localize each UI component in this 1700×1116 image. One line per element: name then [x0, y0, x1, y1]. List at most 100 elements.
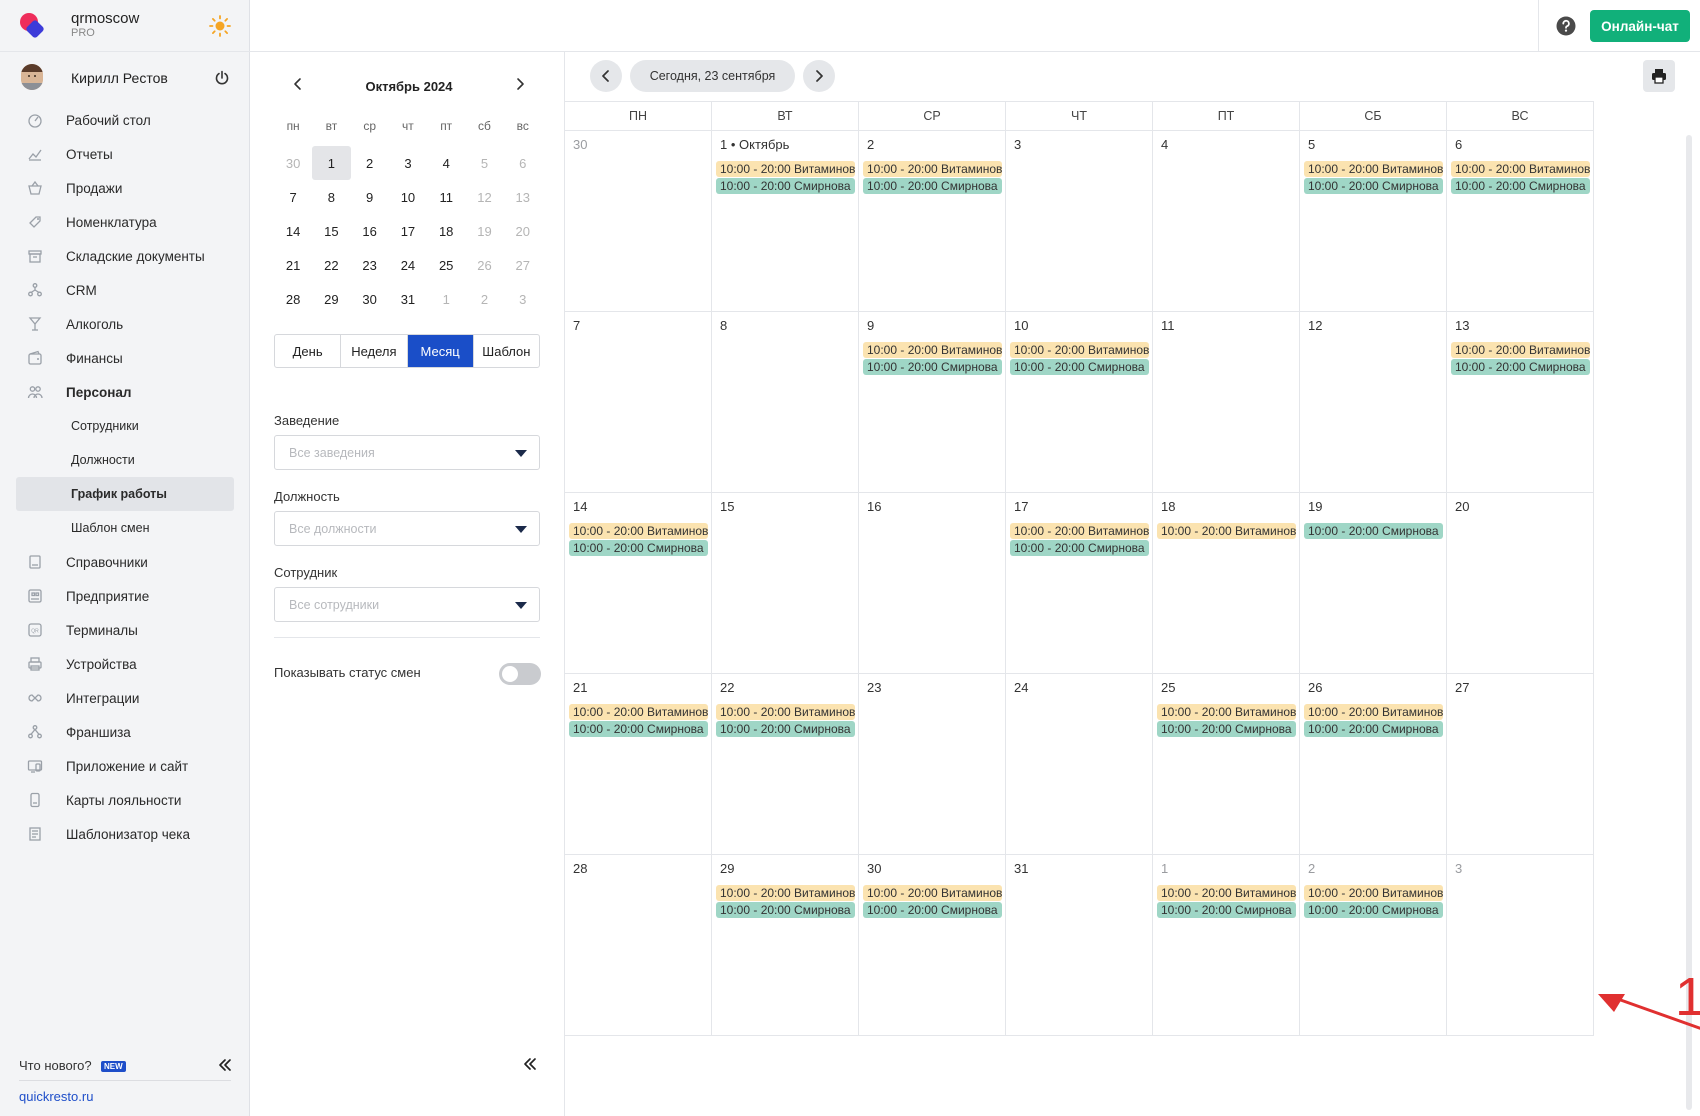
shift-event[interactable]: 10:00 - 20:00 Смирнова — [569, 721, 708, 737]
day-cell[interactable]: 23 — [859, 674, 1006, 855]
sidebar-item-sub-9[interactable]: Сотрудники — [16, 409, 234, 443]
shift-event[interactable]: 10:00 - 20:00 Смирнова — [1304, 721, 1443, 737]
mini-calendar-day[interactable]: 1 — [312, 146, 351, 180]
mini-calendar-day[interactable]: 15 — [312, 214, 350, 248]
day-cell[interactable]: 1 10:00 - 20:00 Витаминова 10:00 - 20:00 С… — [1153, 855, 1300, 1036]
shift-event[interactable]: 10:00 - 20:00 Витаминова — [716, 161, 855, 177]
chevron-left-icon[interactable] — [290, 76, 306, 92]
shift-event[interactable]: 10:00 - 20:00 Витаминова — [863, 342, 1002, 358]
sidebar-item-printer[interactable]: Устройства — [16, 647, 234, 681]
mini-calendar-day[interactable]: 27 — [504, 248, 542, 282]
mini-calendar-day[interactable]: 21 — [274, 248, 312, 282]
day-cell[interactable]: 27 — [1447, 674, 1594, 855]
day-cell[interactable]: 30 10:00 - 20:00 Витаминова 10:00 - 20:00 … — [859, 855, 1006, 1036]
sidebar-item-app-site[interactable]: Приложение и сайт — [16, 749, 234, 783]
mini-calendar-day[interactable]: 31 — [389, 282, 427, 316]
shift-event[interactable]: 10:00 - 20:00 Витаминова — [1010, 523, 1149, 539]
next-period-button[interactable] — [803, 60, 835, 92]
day-cell[interactable]: 24 — [1006, 674, 1153, 855]
sidebar-item-enterprise[interactable]: Предприятие — [16, 579, 234, 613]
shift-event[interactable]: 10:00 - 20:00 Смирнова — [716, 721, 855, 737]
day-cell[interactable]: 2 10:00 - 20:00 Витаминова 10:00 - 20:00 С… — [859, 131, 1006, 312]
sidebar-item-sub-11[interactable]: График работы — [16, 477, 234, 511]
mini-calendar-day[interactable]: 30 — [351, 282, 389, 316]
day-cell[interactable]: 6 10:00 - 20:00 Витаминова 10:00 - 20:00 С… — [1447, 131, 1594, 312]
mini-calendar-day[interactable]: 28 — [274, 282, 312, 316]
day-cell[interactable]: 3 — [1447, 855, 1594, 1036]
shift-event[interactable]: 10:00 - 20:00 Витаминова — [1157, 885, 1296, 901]
shift-event[interactable]: 10:00 - 20:00 Витаминова — [1157, 704, 1296, 720]
shift-event[interactable]: 10:00 - 20:00 Витаминова — [1157, 523, 1296, 539]
day-cell[interactable]: 22 10:00 - 20:00 Витаминова 10:00 - 20:00 … — [712, 674, 859, 855]
mini-calendar-day[interactable]: 22 — [312, 248, 350, 282]
sidebar-item-reports[interactable]: Отчеты — [16, 137, 234, 171]
mini-calendar-day[interactable]: 20 — [504, 214, 542, 248]
sidebar-item-loyalty-card[interactable]: Карты лояльности — [16, 783, 234, 817]
employee-select[interactable]: Все сотрудники — [274, 587, 540, 622]
venue-select[interactable]: Все заведения — [274, 435, 540, 470]
avatar[interactable] — [21, 64, 43, 90]
collapse-panel-icon[interactable] — [521, 1055, 539, 1073]
sidebar-item-warehouse[interactable]: Складские документы — [16, 239, 234, 273]
day-cell[interactable]: 18 10:00 - 20:00 Витаминова — [1153, 493, 1300, 674]
shift-event[interactable]: 10:00 - 20:00 Смирнова — [1304, 523, 1443, 539]
shift-event[interactable]: 10:00 - 20:00 Смирнова — [569, 540, 708, 556]
day-cell[interactable]: 15 — [712, 493, 859, 674]
mini-calendar-day[interactable]: 1 — [427, 282, 465, 316]
sidebar-item-franchise[interactable]: Франшиза — [16, 715, 234, 749]
sidebar-item-nomenclature[interactable]: Номенклатура — [16, 205, 234, 239]
day-cell[interactable]: 7 — [565, 312, 712, 493]
shift-event[interactable]: 10:00 - 20:00 Смирнова — [1451, 359, 1590, 375]
day-cell[interactable]: 17 10:00 - 20:00 Витаминова 10:00 - 20:00 … — [1006, 493, 1153, 674]
shift-event[interactable]: 10:00 - 20:00 Витаминова — [863, 885, 1002, 901]
mini-calendar-day[interactable]: 9 — [351, 180, 389, 214]
mini-calendar-day[interactable]: 14 — [274, 214, 312, 248]
shift-event[interactable]: 10:00 - 20:00 Витаминова — [1304, 161, 1443, 177]
shift-event[interactable]: 10:00 - 20:00 Витаминова — [1451, 161, 1590, 177]
mini-calendar-day[interactable]: 2 — [465, 282, 503, 316]
day-cell[interactable]: 14 10:00 - 20:00 Витаминова 10:00 - 20:00 … — [565, 493, 712, 674]
shift-event[interactable]: 10:00 - 20:00 Витаминова — [716, 885, 855, 901]
mini-calendar-day[interactable]: 17 — [389, 214, 427, 248]
day-cell[interactable]: 16 — [859, 493, 1006, 674]
day-cell[interactable]: 3 — [1006, 131, 1153, 312]
shift-event[interactable]: 10:00 - 20:00 Витаминова — [569, 704, 708, 720]
shift-event[interactable]: 10:00 - 20:00 Смирнова — [1157, 902, 1296, 918]
mini-calendar-day[interactable]: 13 — [504, 180, 542, 214]
sidebar-item-alcohol[interactable]: Алкоголь — [16, 307, 234, 341]
mini-calendar-day[interactable]: 24 — [389, 248, 427, 282]
mini-calendar-day[interactable]: 25 — [427, 248, 465, 282]
shift-status-toggle[interactable] — [499, 663, 541, 685]
power-icon[interactable] — [214, 70, 230, 86]
mini-calendar-day[interactable]: 3 — [389, 146, 427, 180]
day-cell[interactable]: 12 — [1300, 312, 1447, 493]
day-cell[interactable]: 31 — [1006, 855, 1153, 1036]
shift-event[interactable]: 10:00 - 20:00 Витаминова — [1451, 342, 1590, 358]
help-icon[interactable] — [1556, 16, 1576, 36]
shift-event[interactable]: 10:00 - 20:00 Смирнова — [1010, 540, 1149, 556]
sidebar-item-finance[interactable]: Финансы — [16, 341, 234, 375]
site-link[interactable]: quickresto.ru — [19, 1089, 93, 1104]
mini-calendar-day[interactable]: 26 — [465, 248, 503, 282]
online-chat-button[interactable]: Онлайн-чат — [1590, 10, 1690, 42]
mini-calendar-day[interactable]: 3 — [504, 282, 542, 316]
sidebar-item-staff[interactable]: Персонал — [16, 375, 234, 409]
day-cell[interactable]: 2 10:00 - 20:00 Витаминова 10:00 - 20:00 С… — [1300, 855, 1447, 1036]
sidebar-item-receipt-template[interactable]: Шаблонизатор чека — [16, 817, 234, 851]
day-cell[interactable]: 5 10:00 - 20:00 Витаминова 10:00 - 20:00 С… — [1300, 131, 1447, 312]
shift-event[interactable]: 10:00 - 20:00 Смирнова — [863, 178, 1002, 194]
whats-new-link[interactable]: Что нового? — [19, 1058, 92, 1073]
sidebar-item-crm[interactable]: CRM — [16, 273, 234, 307]
prev-period-button[interactable] — [590, 60, 622, 92]
view-week-button[interactable]: Неделя — [340, 335, 406, 367]
shift-event[interactable]: 10:00 - 20:00 Витаминова — [1010, 342, 1149, 358]
mini-calendar-day[interactable]: 2 — [351, 146, 389, 180]
shift-event[interactable]: 10:00 - 20:00 Витаминова — [863, 161, 1002, 177]
shift-event[interactable]: 10:00 - 20:00 Смирнова — [863, 902, 1002, 918]
day-cell[interactable]: 21 10:00 - 20:00 Витаминова 10:00 - 20:00 … — [565, 674, 712, 855]
position-select[interactable]: Все должности — [274, 511, 540, 546]
day-cell[interactable]: 19 10:00 - 20:00 Смирнова — [1300, 493, 1447, 674]
day-cell[interactable]: 1 • Октябрь 10:00 - 20:00 Витаминова 10:00… — [712, 131, 859, 312]
shift-event[interactable]: 10:00 - 20:00 Витаминова — [1304, 885, 1443, 901]
view-template-button[interactable]: Шаблон — [472, 335, 539, 367]
